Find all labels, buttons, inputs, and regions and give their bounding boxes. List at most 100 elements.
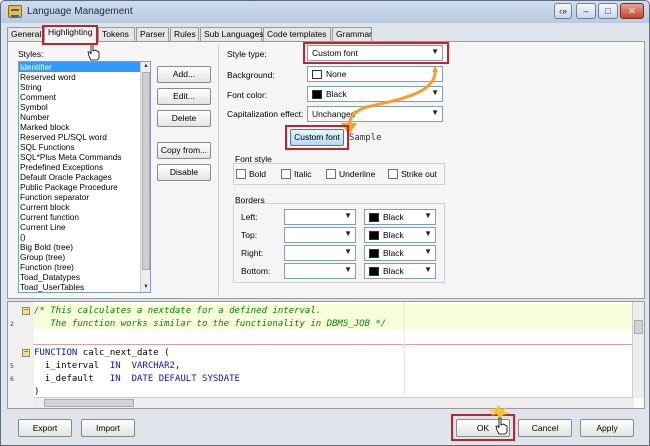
editor-vertical-scrollbar[interactable] bbox=[632, 302, 644, 398]
list-item[interactable]: SQL Functions bbox=[19, 142, 150, 152]
tab-highlight-annotation bbox=[42, 25, 98, 45]
list-item[interactable]: Comment bbox=[19, 92, 150, 102]
border-row-label: Right: bbox=[241, 248, 264, 258]
border-color-value: Black bbox=[383, 248, 404, 258]
list-item[interactable]: () bbox=[19, 232, 150, 242]
list-item[interactable]: Identifier bbox=[19, 62, 150, 72]
code-preview-editor[interactable]: /* This calculates a nextdate for a defi… bbox=[7, 301, 645, 409]
styles-scrollbar[interactable]: ▲ ▼ bbox=[140, 62, 150, 292]
code-line: The function works similar to the functi… bbox=[34, 319, 387, 329]
list-item[interactable]: SQL*Plus Meta Commands bbox=[19, 152, 150, 162]
list-item[interactable]: Current block bbox=[19, 202, 150, 212]
edit-button[interactable]: Edit... bbox=[157, 88, 211, 105]
fold-toggle-icon[interactable]: − bbox=[22, 349, 30, 357]
chevron-down-icon: ▼ bbox=[344, 211, 352, 220]
underline-checkbox[interactable] bbox=[326, 169, 336, 179]
editor-hscroll-thumb[interactable] bbox=[44, 399, 134, 407]
border-color-select[interactable]: Black ▼ bbox=[364, 263, 436, 279]
list-item[interactable]: Reserved word bbox=[19, 72, 150, 82]
titlebar-extra-button[interactable]: ‹» bbox=[554, 3, 572, 19]
list-item[interactable]: Current function bbox=[19, 212, 150, 222]
list-item[interactable]: Predefined Exceptions bbox=[19, 162, 150, 172]
tab-code-templates[interactable]: Code templates bbox=[263, 27, 331, 41]
styles-listbox[interactable]: Identifier Reserved word String Comment Symb… bbox=[18, 61, 151, 293]
border-color-swatch bbox=[369, 213, 379, 222]
vertical-divider bbox=[218, 45, 219, 295]
border-color-swatch bbox=[369, 231, 379, 240]
italic-checkbox[interactable] bbox=[281, 169, 291, 179]
underline-label: Underline bbox=[339, 169, 376, 179]
border-style-select[interactable]: ▼ bbox=[284, 209, 356, 225]
scroll-thumb[interactable] bbox=[142, 72, 150, 270]
add-button[interactable]: Add... bbox=[157, 66, 211, 83]
border-style-select[interactable]: ▼ bbox=[284, 245, 356, 261]
list-item[interactable]: Reserved PL/SQL word bbox=[19, 132, 150, 142]
chevron-down-icon: ▼ bbox=[424, 211, 432, 220]
maximize-button[interactable]: □ bbox=[598, 3, 618, 19]
border-color-value: Black bbox=[383, 230, 404, 240]
apply-button[interactable]: Apply bbox=[580, 419, 634, 437]
scroll-up-arrow-icon[interactable]: ▲ bbox=[141, 62, 150, 71]
fold-toggle-icon[interactable]: − bbox=[22, 307, 30, 315]
cancel-button[interactable]: Cancel bbox=[518, 419, 572, 437]
list-item[interactable]: Public Package Procedure bbox=[19, 182, 150, 192]
editor-scroll-thumb[interactable] bbox=[634, 320, 643, 334]
list-item[interactable]: Number bbox=[19, 112, 150, 122]
chevron-down-icon: ▼ bbox=[344, 247, 352, 256]
cap-effect-label: Capitalization effect: bbox=[227, 109, 304, 119]
delete-button[interactable]: Delete bbox=[157, 110, 211, 127]
list-item[interactable]: Marked block bbox=[19, 122, 150, 132]
border-color-swatch bbox=[369, 267, 379, 276]
chevron-down-icon: ▼ bbox=[424, 229, 432, 238]
chevron-down-icon: ▼ bbox=[344, 265, 352, 274]
border-color-select[interactable]: Black ▼ bbox=[364, 227, 436, 243]
list-item[interactable]: Toad_Datatypes bbox=[19, 272, 150, 282]
list-item[interactable]: Symbol bbox=[19, 102, 150, 112]
code-line: i_interval IN VARCHAR2, bbox=[44, 361, 181, 371]
background-label: Background: bbox=[227, 70, 275, 80]
list-item[interactable]: Default Oracle Packages bbox=[19, 172, 150, 182]
list-item[interactable]: Big Bold (tree) bbox=[19, 242, 150, 252]
editor-gutter bbox=[8, 302, 34, 408]
title-bar: Language Management ‹» – □ ✕ bbox=[1, 1, 649, 23]
editor-horizontal-scrollbar[interactable] bbox=[34, 397, 634, 408]
list-item[interactable]: Toad_UserTables bbox=[19, 282, 150, 292]
border-color-select[interactable]: Black ▼ bbox=[364, 209, 436, 225]
export-button[interactable]: Export bbox=[18, 419, 72, 437]
line-number: 6 bbox=[10, 376, 14, 383]
italic-label: Italic bbox=[294, 169, 312, 179]
close-button[interactable]: ✕ bbox=[620, 3, 644, 19]
language-management-window: Language Management ‹» – □ ✕ General Hig… bbox=[0, 0, 650, 446]
tab-general[interactable]: General bbox=[7, 27, 43, 41]
bold-checkbox[interactable] bbox=[236, 169, 246, 179]
chevron-down-icon: ▼ bbox=[344, 229, 352, 238]
tab-rules[interactable]: Rules bbox=[170, 27, 199, 41]
line-number: 5 bbox=[10, 363, 14, 370]
tab-parser[interactable]: Parser bbox=[136, 27, 169, 41]
font-color-swatch bbox=[312, 90, 322, 99]
border-style-select[interactable]: ▼ bbox=[284, 227, 356, 243]
scroll-down-arrow-icon[interactable]: ▼ bbox=[141, 283, 150, 292]
chevron-down-icon: ▼ bbox=[424, 265, 432, 274]
list-item[interactable]: Function separator bbox=[19, 192, 150, 202]
border-color-select[interactable]: Black ▼ bbox=[364, 245, 436, 261]
list-item[interactable]: Group (tree) bbox=[19, 252, 150, 262]
code-line: i_default IN DATE DEFAULT SYSDATE bbox=[44, 374, 240, 384]
tab-sub-languages[interactable]: Sub Languages bbox=[200, 27, 264, 41]
list-item[interactable]: Function (tree) bbox=[19, 262, 150, 272]
disable-button[interactable]: Disable bbox=[157, 164, 211, 181]
import-button[interactable]: Import bbox=[81, 419, 135, 437]
border-style-select[interactable]: ▼ bbox=[284, 263, 356, 279]
minimize-button[interactable]: – bbox=[576, 3, 596, 19]
styles-label: Styles: bbox=[18, 49, 44, 59]
tab-tokens[interactable]: Tokens bbox=[98, 27, 135, 41]
style-type-annotation bbox=[303, 42, 449, 64]
background-swatch bbox=[312, 70, 322, 79]
strike-out-checkbox[interactable] bbox=[388, 169, 398, 179]
copy-from-button[interactable]: Copy from... bbox=[157, 142, 211, 159]
list-item[interactable]: Current Line bbox=[19, 222, 150, 232]
code-line: FUNCTION calc_next_date ( bbox=[34, 348, 170, 358]
bold-label: Bold bbox=[249, 169, 267, 179]
list-item[interactable]: String bbox=[19, 82, 150, 92]
tab-grammar[interactable]: Grammar bbox=[332, 27, 372, 41]
